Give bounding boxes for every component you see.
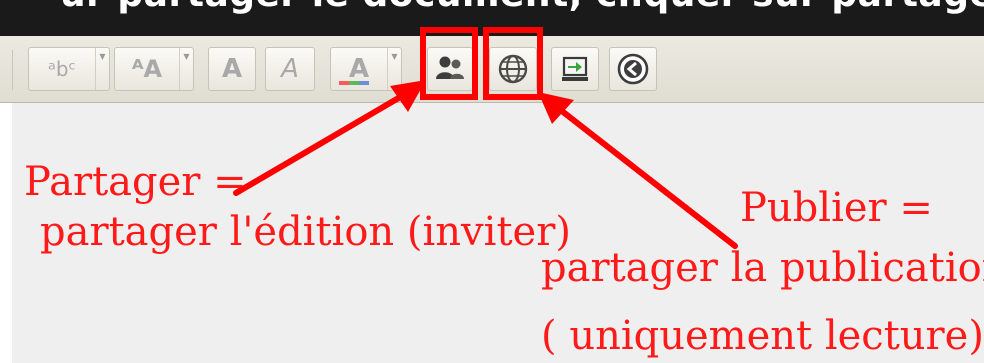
color-swatch-green xyxy=(349,81,359,85)
share-users-icon xyxy=(436,56,464,79)
color-swatch-red xyxy=(339,81,349,85)
font-size-icon: ᴬA xyxy=(131,55,163,83)
export-icon xyxy=(562,56,588,81)
back-button[interactable] xyxy=(609,47,657,91)
toolbar-edge xyxy=(0,50,13,90)
font-size-button[interactable]: ᴬA ▼ xyxy=(114,47,194,91)
globe-icon xyxy=(498,54,528,84)
color-swatch-blue xyxy=(359,81,369,85)
italic-icon: A xyxy=(281,54,299,84)
editor-toolbar: ᵃbᶜ ▼ ᴬA ▼ A A A ▼ xyxy=(0,27,984,103)
bold-button[interactable]: A xyxy=(208,47,256,91)
share-annotation-title: Partager = xyxy=(24,159,247,205)
publish-button[interactable] xyxy=(489,47,537,91)
superscript-button[interactable]: ᵃbᶜ ▼ xyxy=(28,47,110,91)
page-title: ur partager le document, cliquer sur par… xyxy=(60,0,984,15)
publish-annotation-title: Publier = xyxy=(740,185,933,231)
italic-button[interactable]: A xyxy=(265,47,315,91)
screenshot-stage: ur partager le document, cliquer sur par… xyxy=(0,0,984,363)
back-circle-icon xyxy=(617,53,649,85)
bold-icon: A xyxy=(221,54,243,84)
chevron-down-icon[interactable]: ▼ xyxy=(95,48,109,90)
text-color-button[interactable]: A ▼ xyxy=(330,47,402,91)
publish-annotation-note: ( uniquement lecture) xyxy=(541,313,984,359)
chevron-down-icon[interactable]: ▼ xyxy=(387,48,401,90)
superscript-icon: ᵃbᶜ xyxy=(48,57,76,81)
share-button[interactable] xyxy=(427,47,473,91)
publish-annotation-desc: partager la publication xyxy=(541,245,984,291)
document-left-margin xyxy=(0,103,12,363)
title-bar: ur partager le document, cliquer sur par… xyxy=(0,0,984,36)
export-button[interactable] xyxy=(551,47,599,91)
color-swatch-bar xyxy=(339,81,369,85)
share-annotation-desc: partager l'édition (inviter) xyxy=(40,209,571,255)
chevron-down-icon[interactable]: ▼ xyxy=(179,48,193,90)
